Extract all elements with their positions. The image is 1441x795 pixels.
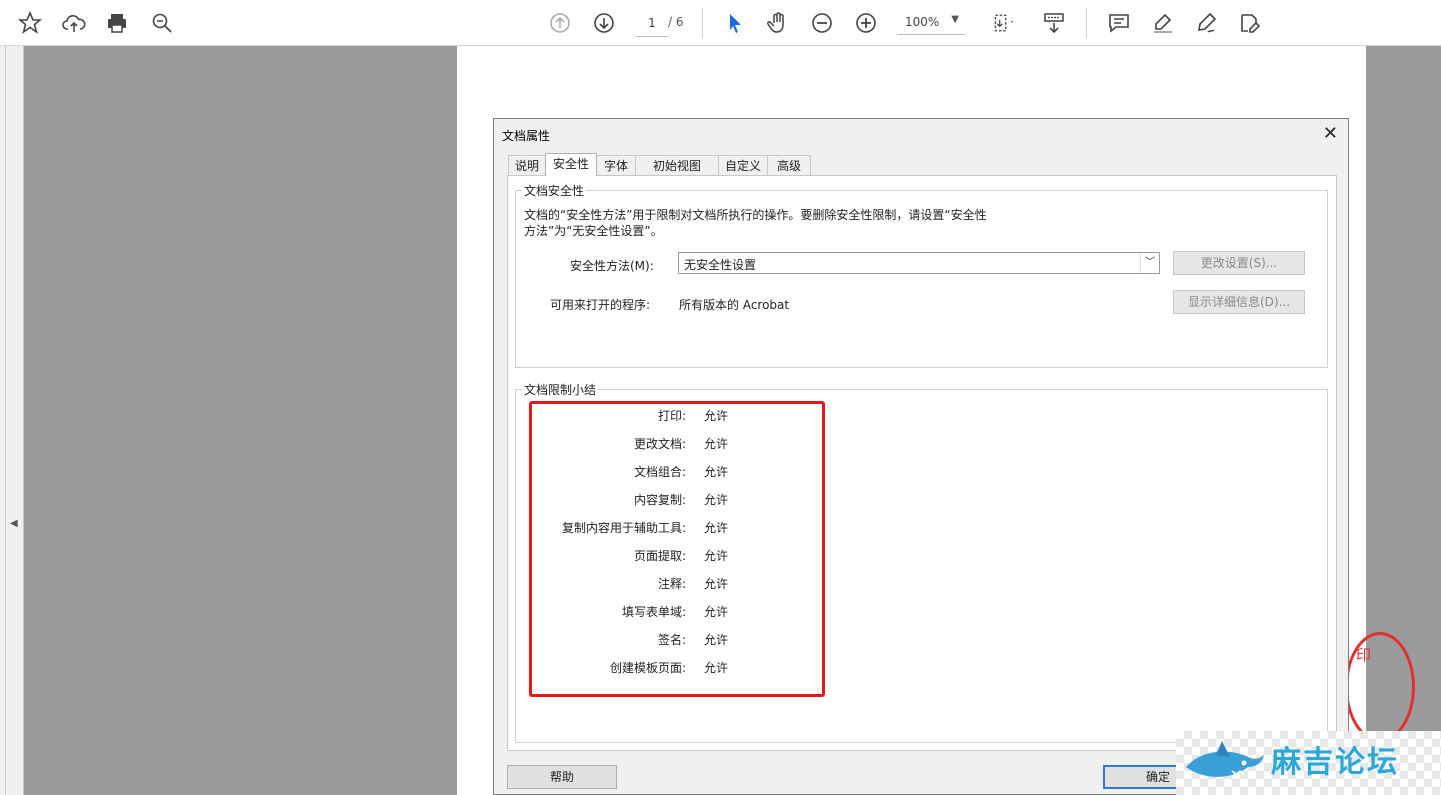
security-method-value: 无安全性设置 — [684, 258, 757, 272]
next-page-icon[interactable] — [588, 7, 620, 39]
help-button[interactable]: 帮助 — [507, 765, 617, 789]
bookmark-star-icon[interactable] — [14, 7, 46, 39]
print-icon[interactable] — [101, 7, 133, 39]
show-details-button[interactable]: 显示详细信息(D)... — [1173, 290, 1305, 314]
close-icon[interactable]: ✕ — [1323, 123, 1338, 144]
group-legend: 文档限制小结 — [522, 381, 599, 398]
page-total: / 6 — [668, 15, 684, 29]
tab-custom[interactable]: 自定义 — [718, 155, 768, 175]
toolbar-divider — [1086, 8, 1087, 38]
zoom-in-icon[interactable] — [850, 7, 882, 39]
scroll-mode-icon[interactable] — [1038, 7, 1070, 39]
comment-icon[interactable] — [1103, 7, 1135, 39]
zoom-select[interactable]: 100% ▼ — [897, 10, 965, 35]
tab-description[interactable]: 说明 — [508, 155, 546, 175]
zoom-value: 100% — [905, 15, 940, 29]
security-method-select[interactable]: 无安全性设置 ﹀ — [678, 252, 1160, 274]
red-highlight-box — [529, 401, 825, 697]
tab-fonts[interactable]: 字体 — [596, 155, 636, 175]
highlight-pen-icon[interactable] — [1147, 7, 1179, 39]
page-number-input[interactable] — [636, 10, 668, 37]
expand-pane-icon[interactable]: ◀ — [10, 518, 18, 529]
search-zoom-icon[interactable] — [146, 7, 178, 39]
pane-divider — [5, 46, 6, 795]
sign-pen-icon[interactable] — [1191, 7, 1223, 39]
toolbar: / 6 100% ▼ — [0, 0, 1441, 46]
dialog-title: 文档属性 — [502, 129, 551, 143]
change-settings-button[interactable]: 更改设置(S)... — [1173, 251, 1305, 275]
security-description: 文档的“安全性方法”用于限制对文档所执行的操作。要删除安全性限制，请设置“安全性… — [524, 208, 987, 238]
red-seal-stamp: 印 — [1345, 632, 1415, 742]
group-legend: 文档安全性 — [522, 182, 587, 199]
tab-security[interactable]: 安全性 — [545, 153, 597, 176]
open-with-label: 可用来打开的程序: — [550, 298, 651, 312]
watermark-text: 麻吉论坛 — [1271, 745, 1399, 780]
page-fit-icon[interactable] — [984, 7, 1024, 39]
tab-initial-view[interactable]: 初始视图 — [635, 155, 719, 175]
previous-page-icon[interactable] — [544, 7, 576, 39]
security-method-label: 安全性方法(M): — [570, 259, 654, 273]
edit-form-icon[interactable] — [1234, 7, 1266, 39]
chevron-down-icon: ﹀ — [1140, 253, 1159, 273]
chevron-down-icon: ▼ — [951, 14, 959, 25]
open-with-value: 所有版本的 Acrobat — [679, 298, 790, 312]
select-cursor-icon[interactable] — [719, 7, 751, 39]
left-side-pane: ◀ — [0, 46, 24, 795]
tab-advanced[interactable]: 高级 — [767, 155, 811, 175]
shark-logo-icon — [1186, 741, 1264, 777]
cloud-upload-icon[interactable] — [58, 7, 90, 39]
zoom-out-icon[interactable] — [806, 7, 838, 39]
forum-watermark: 麻吉论坛 — [1176, 731, 1441, 795]
toolbar-divider — [702, 8, 703, 38]
hand-tool-icon[interactable] — [762, 7, 794, 39]
